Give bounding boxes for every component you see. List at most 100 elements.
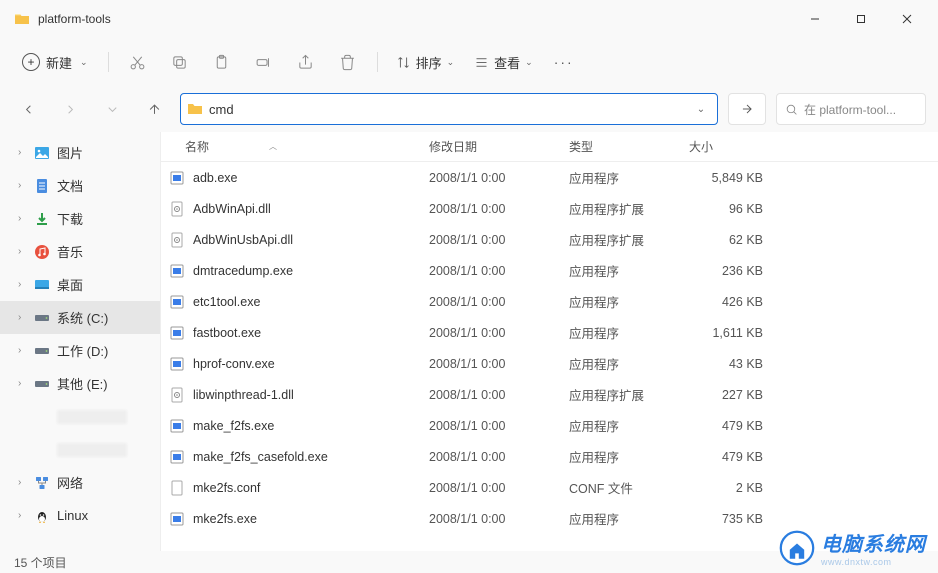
content-area: 名称 ︿ 修改日期 类型 大小 adb.exe 2008/1/1 0:00 应用… [160,132,938,551]
sidebar-item-label: 图片 [57,143,83,162]
file-size: 479 KB [681,419,771,433]
file-name: fastboot.exe [193,326,261,340]
chevron-down-icon: ⌄ [80,57,88,68]
file-row[interactable]: fastboot.exe 2008/1/1 0:00 应用程序 1,611 KB [161,317,938,348]
music-icon [34,244,50,260]
sidebar-item-redacted[interactable] [0,400,160,433]
separator [108,52,109,72]
close-button[interactable] [884,3,930,35]
drive-icon [34,376,50,392]
file-name: make_f2fs_casefold.exe [193,450,328,464]
file-size: 735 KB [681,512,771,526]
file-date: 2008/1/1 0:00 [421,450,561,464]
exe-icon [169,294,185,310]
cut-button[interactable] [119,44,157,80]
sidebar-item-downloads[interactable]: › 下载 [0,202,160,235]
maximize-button[interactable] [838,3,884,35]
minimize-button[interactable] [792,3,838,35]
header-size[interactable]: 大小 [681,138,771,155]
titlebar: platform-tools [0,0,938,38]
sidebar-item-music[interactable]: › 音乐 [0,235,160,268]
header-date[interactable]: 修改日期 [421,138,561,155]
up-button[interactable] [138,93,170,125]
dll-icon [169,201,185,217]
file-type: 应用程序 [561,168,681,187]
delete-button[interactable] [329,44,367,80]
chevron-right-icon: › [18,312,27,323]
view-button[interactable]: 查看 ⌄ [466,47,541,78]
sidebar-item-drive[interactable]: › 其他 (E:) [0,367,160,400]
address-input[interactable] [209,102,685,117]
sidebar-item-label: 下载 [57,209,83,228]
file-row[interactable]: libwinpthread-1.dll 2008/1/1 0:00 应用程序扩展… [161,379,938,410]
rename-button[interactable] [245,44,283,80]
file-type: 应用程序 [561,509,681,528]
header-name[interactable]: 名称 ︿ [161,138,421,155]
file-row[interactable]: make_f2fs.exe 2008/1/1 0:00 应用程序 479 KB [161,410,938,441]
sort-indicator-icon: ︿ [269,141,277,152]
conf-icon [169,480,185,496]
chevron-right-icon: › [18,345,27,356]
header-type[interactable]: 类型 [561,138,681,155]
file-type: 应用程序扩展 [561,230,681,249]
chevron-right-icon: › [18,279,27,290]
sidebar: › 图片› 文档› 下载› 音乐› 桌面› 系统 (C:)› 工作 (D:)› … [0,132,160,551]
forward-button[interactable] [54,93,86,125]
file-type: 应用程序 [561,323,681,342]
file-type: CONF 文件 [561,478,681,497]
exe-icon [169,170,185,186]
sidebar-item-pictures[interactable]: › 图片 [0,136,160,169]
file-row[interactable]: AdbWinUsbApi.dll 2008/1/1 0:00 应用程序扩展 62… [161,224,938,255]
copy-button[interactable] [161,44,199,80]
address-bar[interactable]: ⌄ [180,93,718,125]
recent-dropdown[interactable] [96,93,128,125]
file-row[interactable]: etc1tool.exe 2008/1/1 0:00 应用程序 426 KB [161,286,938,317]
drive-icon [34,310,50,326]
file-size: 479 KB [681,450,771,464]
file-type: 应用程序 [561,354,681,373]
file-type: 应用程序 [561,292,681,311]
sidebar-item-label: Linux [57,508,88,523]
search-icon [785,103,798,116]
separator [377,52,378,72]
chevron-down-icon: ⌄ [525,57,533,68]
new-button[interactable]: + 新建 ⌄ [12,47,98,78]
file-row[interactable]: AdbWinApi.dll 2008/1/1 0:00 应用程序扩展 96 KB [161,193,938,224]
file-size: 5,849 KB [681,171,771,185]
linux-icon [34,508,50,524]
sidebar-item-drive[interactable]: › 工作 (D:) [0,334,160,367]
file-name: libwinpthread-1.dll [193,388,294,402]
window-title: platform-tools [38,12,792,26]
paste-button[interactable] [203,44,241,80]
search-placeholder: 在 platform-tool... [804,101,896,118]
file-name: hprof-conv.exe [193,357,275,371]
file-row[interactable]: adb.exe 2008/1/1 0:00 应用程序 5,849 KB [161,162,938,193]
file-date: 2008/1/1 0:00 [421,264,561,278]
file-row[interactable]: hprof-conv.exe 2008/1/1 0:00 应用程序 43 KB [161,348,938,379]
sidebar-item-desktop[interactable]: › 桌面 [0,268,160,301]
address-dropdown[interactable]: ⌄ [691,104,711,115]
file-row[interactable]: dmtracedump.exe 2008/1/1 0:00 应用程序 236 K… [161,255,938,286]
more-button[interactable]: ··· [545,44,583,80]
back-button[interactable] [12,93,44,125]
sidebar-item-docs[interactable]: › 文档 [0,169,160,202]
chevron-right-icon: › [18,246,27,257]
file-size: 96 KB [681,202,771,216]
share-button[interactable] [287,44,325,80]
search-box[interactable]: 在 platform-tool... [776,93,926,125]
file-row[interactable]: make_f2fs_casefold.exe 2008/1/1 0:00 应用程… [161,441,938,472]
downloads-icon [34,211,50,227]
exe-icon [169,449,185,465]
sidebar-item-drive[interactable]: › 系统 (C:) [0,301,160,334]
watermark-icon [779,530,815,566]
docs-icon [34,178,50,194]
sidebar-item-redacted[interactable] [0,433,160,466]
file-date: 2008/1/1 0:00 [421,326,561,340]
chevron-right-icon: › [18,213,27,224]
file-name: mke2fs.exe [193,512,257,526]
go-button[interactable] [728,93,766,125]
sort-button[interactable]: 排序 ⌄ [388,47,463,78]
sidebar-item-network[interactable]: › 网络 [0,466,160,499]
file-row[interactable]: mke2fs.conf 2008/1/1 0:00 CONF 文件 2 KB [161,472,938,503]
sidebar-item-linux[interactable]: › Linux [0,499,160,532]
